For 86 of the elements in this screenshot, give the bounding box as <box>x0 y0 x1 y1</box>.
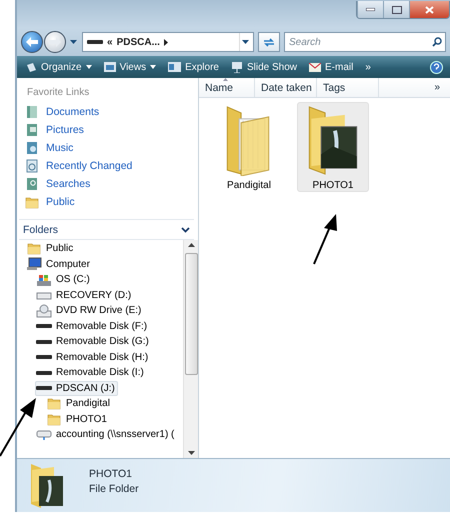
views-button[interactable]: Views <box>98 57 162 77</box>
more-commands-button[interactable]: » <box>360 57 376 77</box>
refresh-button[interactable] <box>258 32 280 52</box>
search-field[interactable]: Search <box>284 32 446 52</box>
computer-icon <box>26 257 42 272</box>
refresh-icon <box>263 36 275 48</box>
window-icon <box>104 62 116 72</box>
folders-header[interactable]: Folders <box>19 219 194 240</box>
clock-icon <box>25 159 39 173</box>
folder-icon <box>47 412 61 426</box>
picture-icon <box>25 123 39 137</box>
scrollbar[interactable] <box>183 240 198 458</box>
arrow-right-icon <box>164 38 168 46</box>
document-icon <box>25 105 39 119</box>
close-button[interactable] <box>409 1 449 18</box>
column-header[interactable]: Date taken <box>255 78 317 97</box>
arrow-down-icon[interactable] <box>188 451 194 455</box>
favorite-link[interactable]: Searches <box>25 175 198 193</box>
favorite-link[interactable]: Documents <box>25 103 198 121</box>
back-button[interactable] <box>21 31 43 53</box>
favorite-link[interactable]: Public <box>25 193 198 211</box>
tree-item[interactable]: PDSCAN (J:) <box>35 380 118 396</box>
caret-icon <box>70 40 77 44</box>
tree-item[interactable]: OS (C:) <box>35 272 93 288</box>
minimize-button[interactable] <box>357 1 383 18</box>
caret-icon <box>242 40 249 44</box>
address-field[interactable]: « PDSCA... <box>82 32 254 52</box>
tree-item[interactable]: Computer <box>25 256 93 272</box>
optical-drive-icon <box>36 304 52 318</box>
arrow-up-icon[interactable] <box>188 243 194 247</box>
folder-item[interactable]: PHOTO1 <box>297 102 369 192</box>
maximize-button[interactable] <box>383 1 409 18</box>
network-drive-icon <box>36 430 52 440</box>
sort-arrow-icon <box>223 78 228 81</box>
item-name: PHOTO1 <box>89 468 133 480</box>
tree-item[interactable]: Removable Disk (I:) <box>35 365 147 380</box>
tree-item[interactable]: RECOVERY (D:) <box>35 288 134 303</box>
tree-item[interactable]: PHOTO1 <box>45 412 110 427</box>
favorite-link[interactable]: Pictures <box>25 121 198 139</box>
caret-icon <box>150 65 156 69</box>
photo-folder-icon <box>29 462 65 510</box>
breadcrumb[interactable]: PDSCA... <box>116 36 160 48</box>
forward-button[interactable] <box>44 31 66 53</box>
folder-icon <box>25 196 39 208</box>
organize-button[interactable]: Organize <box>21 57 97 77</box>
search-folder-icon <box>25 177 39 191</box>
help-icon <box>430 60 443 74</box>
callout-arrow <box>310 214 340 266</box>
section-heading: Favorite Links <box>27 87 90 98</box>
column-header[interactable]: Name <box>199 78 255 97</box>
drive-icon <box>36 290 52 300</box>
item-type: File Folder <box>89 483 139 495</box>
favorite-link[interactable]: Music <box>25 139 198 157</box>
address-dropdown-button[interactable] <box>239 33 251 51</box>
folder-icon <box>27 242 41 256</box>
minimize-icon <box>366 8 375 11</box>
music-icon <box>25 141 39 155</box>
more-columns-button[interactable]: » <box>379 78 450 97</box>
window-icon <box>168 62 182 72</box>
email-button[interactable]: E-mail <box>304 57 358 77</box>
search-icon[interactable] <box>432 37 442 47</box>
tree-item[interactable]: Removable Disk (H:) <box>35 350 152 365</box>
document-icon <box>26 62 37 72</box>
tree-item[interactable]: Public <box>25 241 76 256</box>
close-icon <box>425 6 434 14</box>
arrow-left-icon <box>26 37 38 47</box>
favorite-link[interactable]: Recently Changed <box>25 157 198 175</box>
maximize-icon <box>392 6 402 14</box>
envelope-icon <box>309 62 322 72</box>
folder-icon <box>47 397 61 410</box>
projector-screen-icon <box>230 62 243 72</box>
column-header[interactable]: Tags <box>317 78 379 97</box>
explore-button[interactable]: Explore <box>163 57 224 77</box>
tree-item[interactable]: accounting (\\snsserver1) ( <box>35 427 178 442</box>
chevron-down-icon <box>181 226 190 232</box>
caret-icon <box>86 65 92 69</box>
tree-item[interactable]: DVD RW Drive (E:) <box>35 303 144 318</box>
drive-icon <box>36 272 52 287</box>
overflow-chevron[interactable]: « <box>107 36 113 48</box>
tree-item[interactable]: Removable Disk (G:) <box>35 334 152 350</box>
folder-item[interactable]: Pandigital <box>213 102 285 192</box>
arrow-right-icon <box>49 37 61 47</box>
slideshow-button[interactable]: Slide Show <box>226 57 302 77</box>
tree-item[interactable]: Pandigital <box>45 396 113 412</box>
tree-item[interactable]: Removable Disk (F:) <box>35 318 150 334</box>
callout-arrow <box>0 396 38 458</box>
